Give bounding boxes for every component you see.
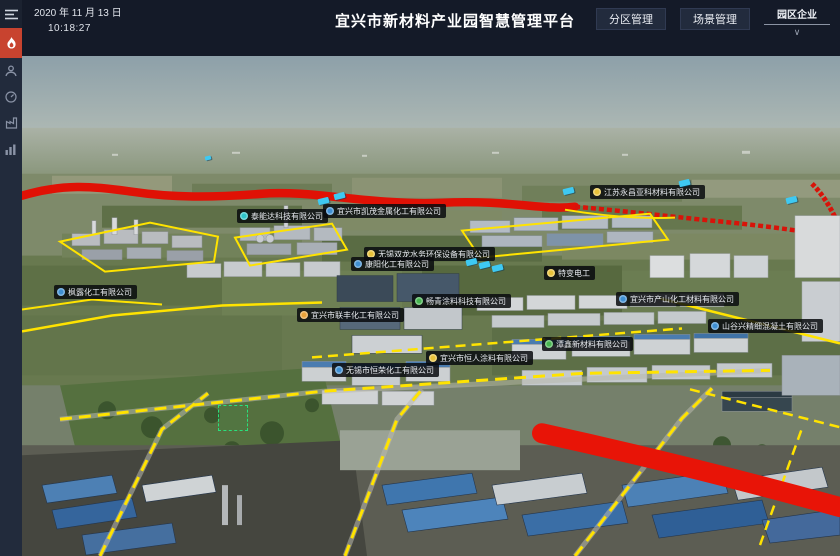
vehicle-marker-icon[interactable] (491, 264, 503, 272)
company-marker-icon (545, 340, 553, 348)
company-marker-icon (429, 354, 437, 362)
company-label-text: 宜兴市凯茂金属化工有限公司 (337, 206, 441, 217)
company-marker-icon (354, 260, 362, 268)
company-marker-icon (619, 295, 627, 303)
company-label-text: 山谷兴精细混凝土有限公司 (722, 321, 818, 332)
company-label[interactable]: 宜兴市联丰化工有限公司 (297, 308, 404, 322)
time-text: 10:18:27 (34, 21, 122, 36)
company-label-text: 特变电工 (558, 268, 590, 279)
header-bar: 2020 年 11 月 13 日 10:18:27 宜兴市新材料产业园智慧管理平… (22, 0, 840, 56)
user-icon (5, 65, 17, 77)
company-label[interactable]: 宜兴市凯茂金属化工有限公司 (323, 204, 446, 218)
selection-box (218, 405, 248, 431)
sidebar-item-fire-monitor[interactable] (0, 28, 22, 58)
company-label-text: 枫露化工有限公司 (68, 287, 132, 298)
company-label[interactable]: 潭鑫新材料有限公司 (542, 337, 633, 351)
company-marker-icon (57, 288, 65, 296)
company-marker-icon (326, 207, 334, 215)
sidebar-item-enterprise[interactable] (0, 110, 22, 136)
map-3d-view[interactable]: 泰能达科技有限公司宜兴市凯茂金属化工有限公司江苏永昌亚科材料有限公司无锡双龙水务… (22, 56, 840, 556)
bar-chart-icon (5, 144, 17, 155)
company-marker-icon (415, 297, 423, 305)
company-label[interactable]: 山谷兴精细混凝土有限公司 (708, 319, 823, 333)
company-label[interactable]: 畅青涂料科技有限公司 (412, 294, 511, 308)
company-label-text: 畅青涂料科技有限公司 (426, 296, 506, 307)
company-label-text: 泰能达科技有限公司 (251, 211, 323, 222)
factory-icon (5, 117, 18, 129)
vehicle-marker-icon[interactable] (465, 258, 477, 266)
company-label-text: 无锡市恒荣化工有限公司 (346, 365, 434, 376)
menu-toggle[interactable] (0, 0, 22, 28)
gauge-icon (5, 91, 17, 103)
park-enterprise-dropdown[interactable]: 园区企业 ∨ (764, 6, 830, 37)
company-label[interactable]: 宜兴市恒人涂料有限公司 (426, 351, 533, 365)
vehicle-marker-icon[interactable] (785, 196, 797, 204)
company-label-text: 潭鑫新材料有限公司 (556, 339, 628, 350)
vehicle-marker-icon[interactable] (478, 261, 490, 269)
date-text: 2020 年 11 月 13 日 (34, 6, 122, 21)
vehicle-marker-icon[interactable] (205, 155, 212, 160)
sidebar-item-personnel[interactable] (0, 58, 22, 84)
page-title: 宜兴市新材料产业园智慧管理平台 (335, 10, 575, 31)
app-window: 2020 年 11 月 13 日 10:18:27 宜兴市新材料产业园智慧管理平… (0, 0, 840, 556)
company-marker-icon (300, 311, 308, 319)
company-label-text: 宜兴市联丰化工有限公司 (311, 310, 399, 321)
company-marker-icon (547, 269, 555, 277)
company-marker-icon (593, 188, 601, 196)
company-label[interactable]: 无锡市恒荣化工有限公司 (332, 363, 439, 377)
vehicle-marker-icon[interactable] (562, 187, 574, 195)
company-label[interactable]: 泰能达科技有限公司 (237, 209, 328, 223)
company-label-text: 宜兴市产山化工材料有限公司 (630, 294, 734, 305)
chevron-down-icon: ∨ (764, 27, 830, 37)
company-label[interactable]: 宜兴市产山化工材料有限公司 (616, 292, 739, 306)
dropdown-label: 园区企业 (764, 6, 830, 25)
company-label-text: 宜兴市恒人涂料有限公司 (440, 353, 528, 364)
company-marker-icon (335, 366, 343, 374)
company-marker-icon (240, 212, 248, 220)
company-label[interactable]: 特变电工 (544, 266, 595, 280)
scene-management-button[interactable]: 场景管理 (680, 8, 750, 30)
company-label-text: 江苏永昌亚科材料有限公司 (604, 187, 700, 198)
company-label[interactable]: 江苏永昌亚科材料有限公司 (590, 185, 705, 199)
company-marker-icon (711, 322, 719, 330)
sidebar-item-monitoring[interactable] (0, 84, 22, 110)
hamburger-icon (5, 9, 18, 20)
zone-management-button[interactable]: 分区管理 (596, 8, 666, 30)
datetime-block: 2020 年 11 月 13 日 10:18:27 (34, 6, 122, 36)
sidebar-item-statistics[interactable] (0, 136, 22, 162)
vehicle-marker-icon[interactable] (333, 192, 345, 200)
company-label[interactable]: 康阳化工有限公司 (351, 257, 434, 271)
company-label-text: 康阳化工有限公司 (365, 259, 429, 270)
header-actions: 分区管理 场景管理 园区企业 ∨ (596, 6, 830, 37)
flame-icon (6, 37, 17, 50)
sidebar (0, 0, 22, 556)
map-labels: 泰能达科技有限公司宜兴市凯茂金属化工有限公司江苏永昌亚科材料有限公司无锡双龙水务… (22, 56, 840, 556)
company-label[interactable]: 枫露化工有限公司 (54, 285, 137, 299)
